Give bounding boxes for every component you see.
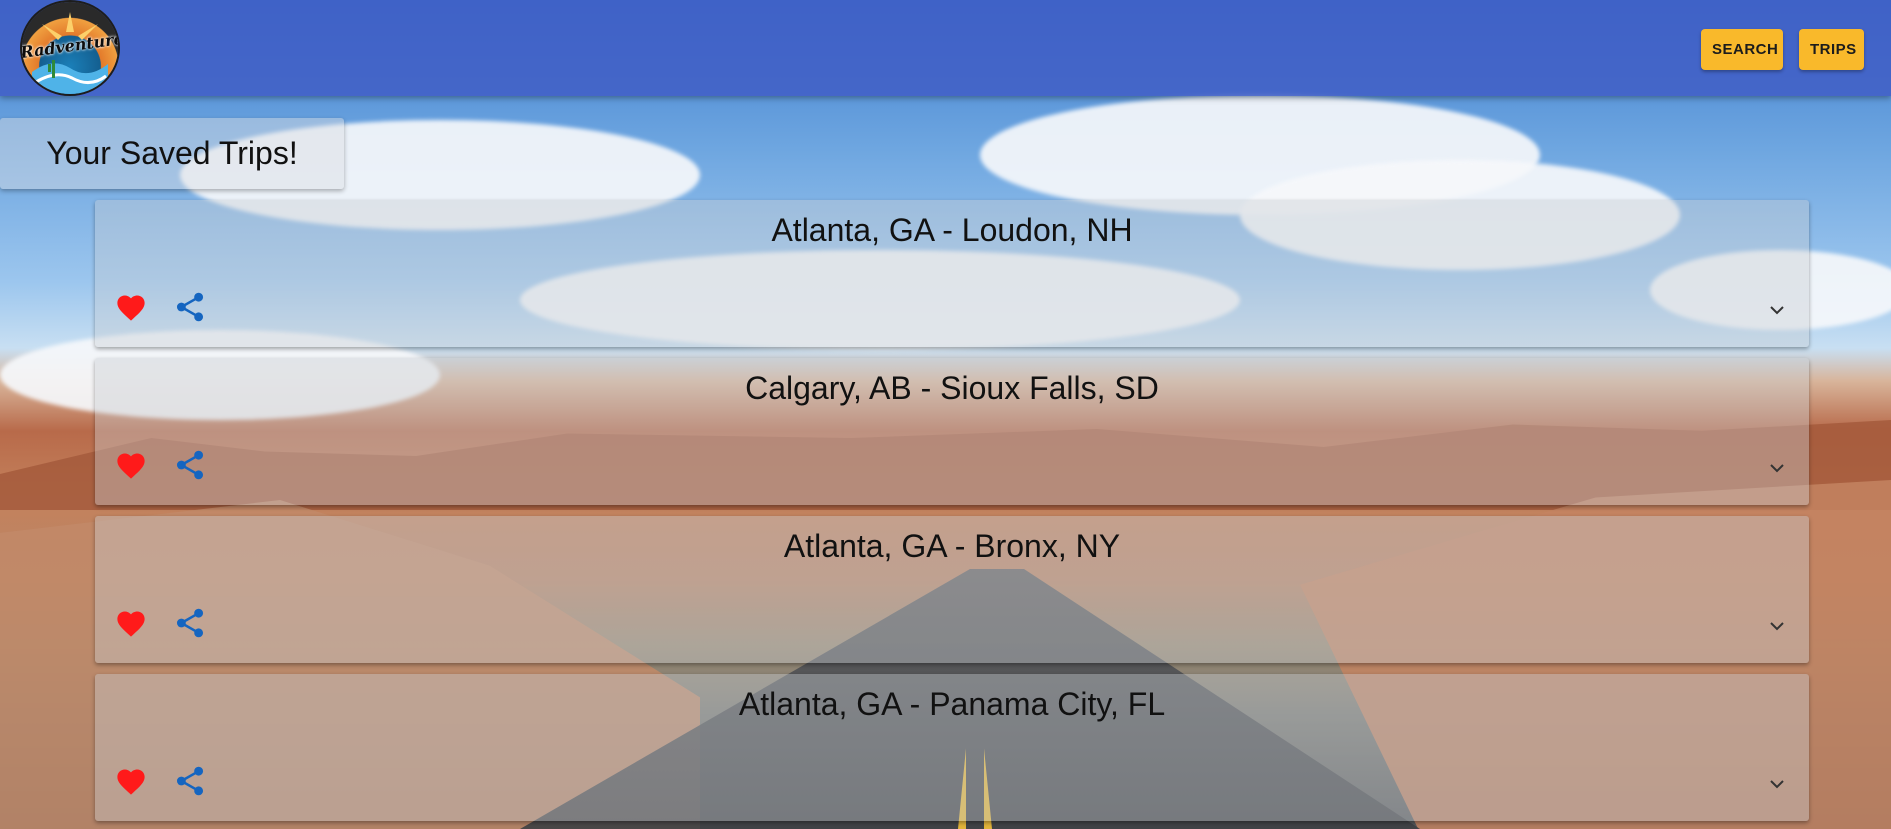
chevron-down-icon[interactable] bbox=[1769, 620, 1785, 632]
trip-title: Atlanta, GA - Loudon, NH bbox=[771, 212, 1133, 248]
trip-card[interactable]: Atlanta, GA - Panama City, FL bbox=[95, 674, 1809, 821]
trip-title: Atlanta, GA - Bronx, NY bbox=[783, 528, 1121, 564]
chevron-down-icon[interactable] bbox=[1769, 462, 1785, 474]
chevron-down-icon[interactable] bbox=[1769, 778, 1785, 790]
trips-button[interactable]: TRIPS bbox=[1799, 29, 1864, 70]
trip-title: Calgary, AB - Sioux Falls, SD bbox=[745, 370, 1159, 406]
heart-icon[interactable] bbox=[114, 450, 148, 480]
app-bar: Radventure SEARCH TRIPS bbox=[0, 0, 1891, 96]
share-icon[interactable] bbox=[175, 765, 205, 797]
saved-trips-list: Atlanta, GA - Loudon, NH Calgary, AB - S… bbox=[95, 200, 1809, 829]
share-icon[interactable] bbox=[175, 449, 205, 481]
share-icon[interactable] bbox=[175, 607, 205, 639]
background-scene: Radventure SEARCH TRIPS Your Saved Trips… bbox=[0, 0, 1891, 829]
app-logo[interactable]: Radventure bbox=[22, 2, 118, 94]
heart-icon[interactable] bbox=[114, 608, 148, 638]
page-title: Your Saved Trips! bbox=[46, 135, 298, 171]
trip-card[interactable]: Calgary, AB - Sioux Falls, SD bbox=[95, 358, 1809, 505]
share-icon[interactable] bbox=[175, 291, 205, 323]
search-button[interactable]: SEARCH bbox=[1701, 29, 1783, 70]
page-title-card: Your Saved Trips! bbox=[0, 118, 344, 189]
trip-title: Atlanta, GA - Panama City, FL bbox=[738, 686, 1166, 722]
chevron-down-icon[interactable] bbox=[1769, 304, 1785, 316]
trip-card[interactable]: Atlanta, GA - Loudon, NH bbox=[95, 200, 1809, 347]
heart-icon[interactable] bbox=[114, 292, 148, 322]
heart-icon[interactable] bbox=[114, 766, 148, 796]
trip-card[interactable]: Atlanta, GA - Bronx, NY bbox=[95, 516, 1809, 663]
